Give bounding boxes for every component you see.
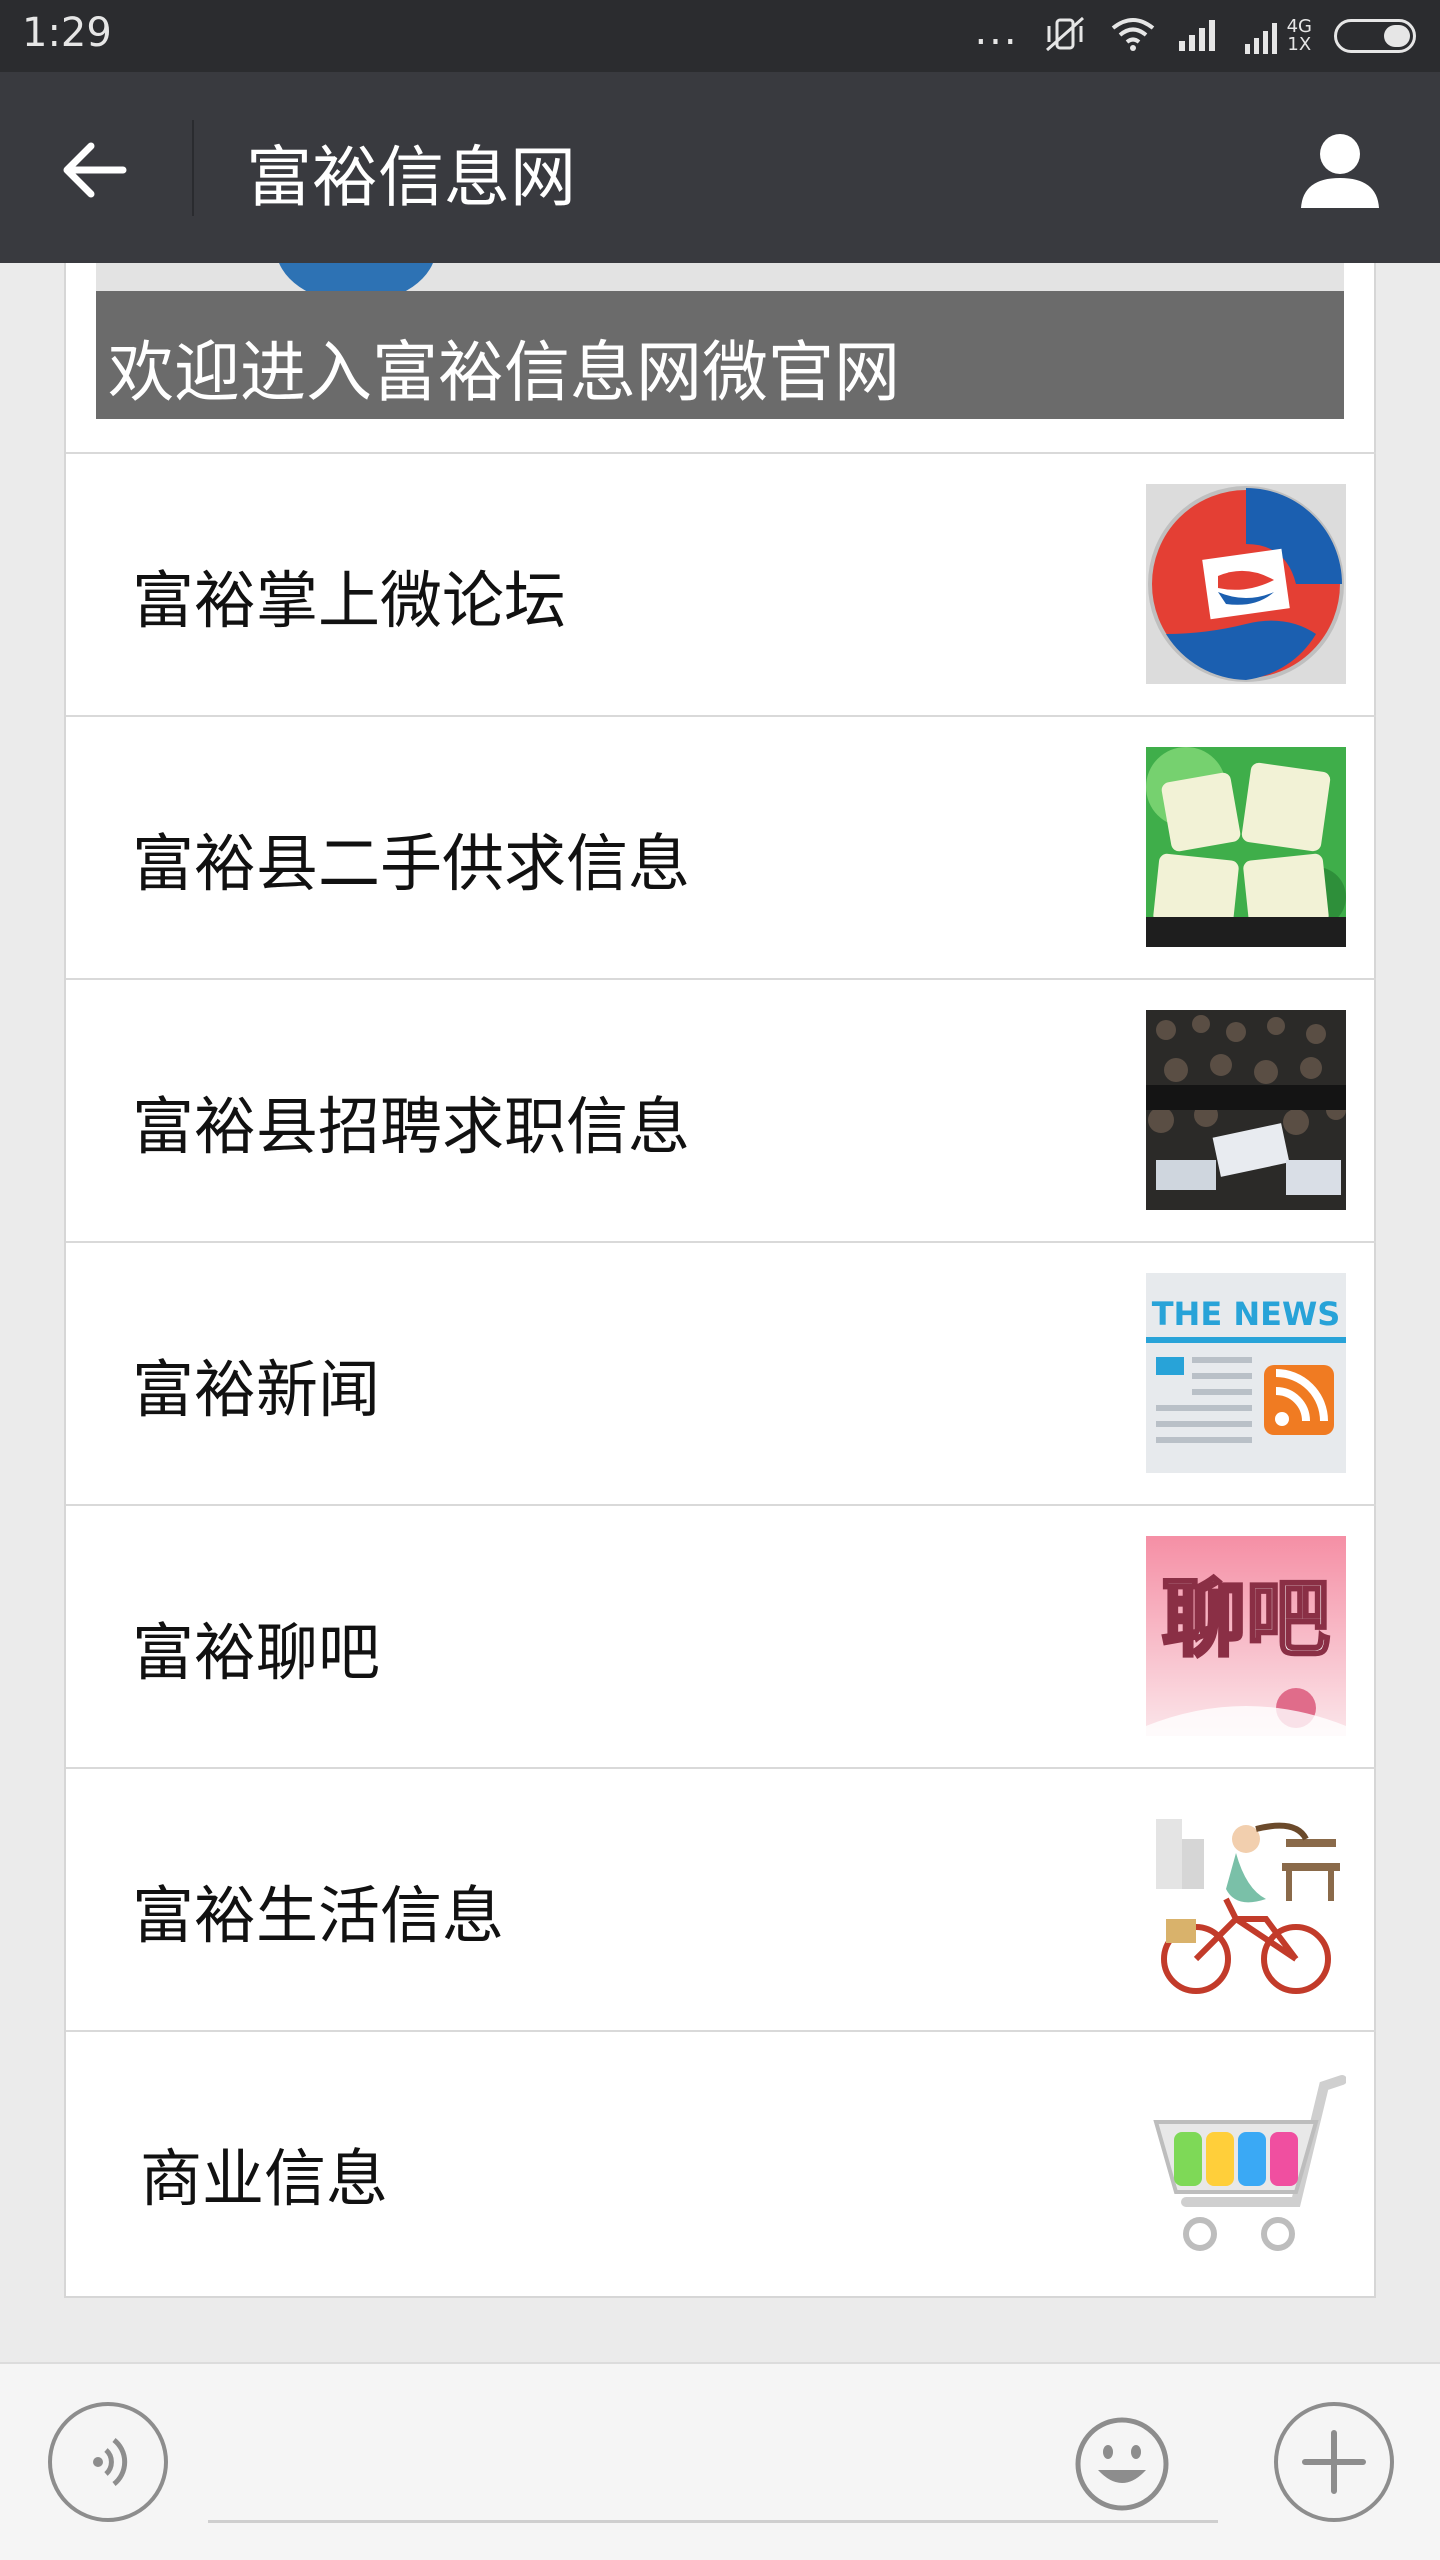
status-time: 1:29 bbox=[22, 10, 112, 56]
menu-item-label: 富裕新闻 bbox=[132, 1353, 381, 1426]
wifi-icon bbox=[1111, 16, 1155, 56]
chat-bar-icon: 聊吧 bbox=[1146, 1536, 1346, 1736]
battery-icon bbox=[1334, 19, 1416, 53]
menu-item-label: 富裕县二手供求信息 bbox=[132, 827, 691, 900]
back-button[interactable] bbox=[40, 120, 150, 220]
chat-input-bar bbox=[0, 2362, 1440, 2560]
menu-item-forum[interactable]: 富裕掌上微论坛 bbox=[66, 452, 1376, 715]
menu-item-business[interactable]: 商业信息 bbox=[66, 2030, 1376, 2293]
forum-logo-icon bbox=[1146, 484, 1346, 684]
welcome-banner[interactable]: 欢迎进入富裕信息网微官网 bbox=[96, 263, 1344, 419]
menu-item-label: 富裕生活信息 bbox=[132, 1879, 505, 1952]
more-actions-button[interactable] bbox=[1274, 2402, 1394, 2522]
status-icons: ... 4G 1X bbox=[974, 8, 1416, 58]
status-bar: 1:29 ... 4G 1X bbox=[0, 0, 1440, 72]
menu-item-chat[interactable]: 富裕聊吧 聊吧 bbox=[66, 1504, 1376, 1767]
menu-item-label: 富裕县招聘求职信息 bbox=[132, 1090, 691, 1163]
news-rss-icon: THE NEWS bbox=[1146, 1273, 1346, 1473]
voice-icon bbox=[93, 2438, 128, 2486]
menu-item-life[interactable]: 富裕生活信息 bbox=[66, 1767, 1376, 2030]
input-underline bbox=[208, 2520, 1218, 2523]
profile-button[interactable] bbox=[1290, 120, 1390, 220]
menu-item-label: 商业信息 bbox=[140, 2142, 389, 2215]
back-arrow-icon bbox=[63, 142, 127, 198]
content-card: 欢迎进入富裕信息网微官网 富裕掌上微论坛 富裕县二手供求信息 富裕县招聘求职信息… bbox=[64, 263, 1376, 2298]
title-divider bbox=[192, 120, 194, 216]
chat-icon-text: 聊吧 bbox=[1162, 1570, 1330, 1668]
menu-item-news[interactable]: 富裕新闻 THE NEWS bbox=[66, 1241, 1376, 1504]
person-icon bbox=[1301, 134, 1379, 208]
message-input[interactable] bbox=[208, 2424, 1222, 2516]
more-notifications-icon: ... bbox=[974, 8, 1019, 54]
emoji-button[interactable] bbox=[1074, 2416, 1170, 2512]
banner-caption-text: 欢迎进入富裕信息网微官网 bbox=[108, 334, 900, 411]
page-title: 富裕信息网 bbox=[246, 139, 576, 216]
plus-icon bbox=[1302, 2430, 1366, 2494]
menu-item-secondhand[interactable]: 富裕县二手供求信息 bbox=[66, 715, 1376, 978]
news-icon-text: THE NEWS bbox=[1152, 1295, 1341, 1333]
title-bar: 富裕信息网 bbox=[0, 72, 1440, 263]
job-fair-crowd-image bbox=[1146, 1010, 1346, 1210]
smiley-icon bbox=[1075, 2417, 1169, 2511]
signal-4g-icon: 4G 1X bbox=[1243, 18, 1312, 54]
menu-list: 富裕掌上微论坛 富裕县二手供求信息 富裕县招聘求职信息 富裕新闻 THE NEW… bbox=[66, 452, 1376, 2293]
network-1x-label: 1X bbox=[1287, 34, 1312, 55]
menu-item-label: 富裕掌上微论坛 bbox=[132, 564, 567, 637]
girl-bicycle-icon bbox=[1146, 1799, 1346, 1999]
voice-input-button[interactable] bbox=[48, 2402, 168, 2522]
flea-market-icon bbox=[1146, 747, 1346, 947]
banner-caption: 欢迎进入富裕信息网微官网 bbox=[96, 291, 1344, 419]
shopping-cart-icon bbox=[1146, 2062, 1346, 2262]
signal-icon bbox=[1177, 17, 1221, 55]
menu-item-label: 富裕聊吧 bbox=[132, 1616, 381, 1689]
menu-item-jobs[interactable]: 富裕县招聘求职信息 bbox=[66, 978, 1376, 1241]
vibrate-off-icon bbox=[1041, 14, 1089, 58]
